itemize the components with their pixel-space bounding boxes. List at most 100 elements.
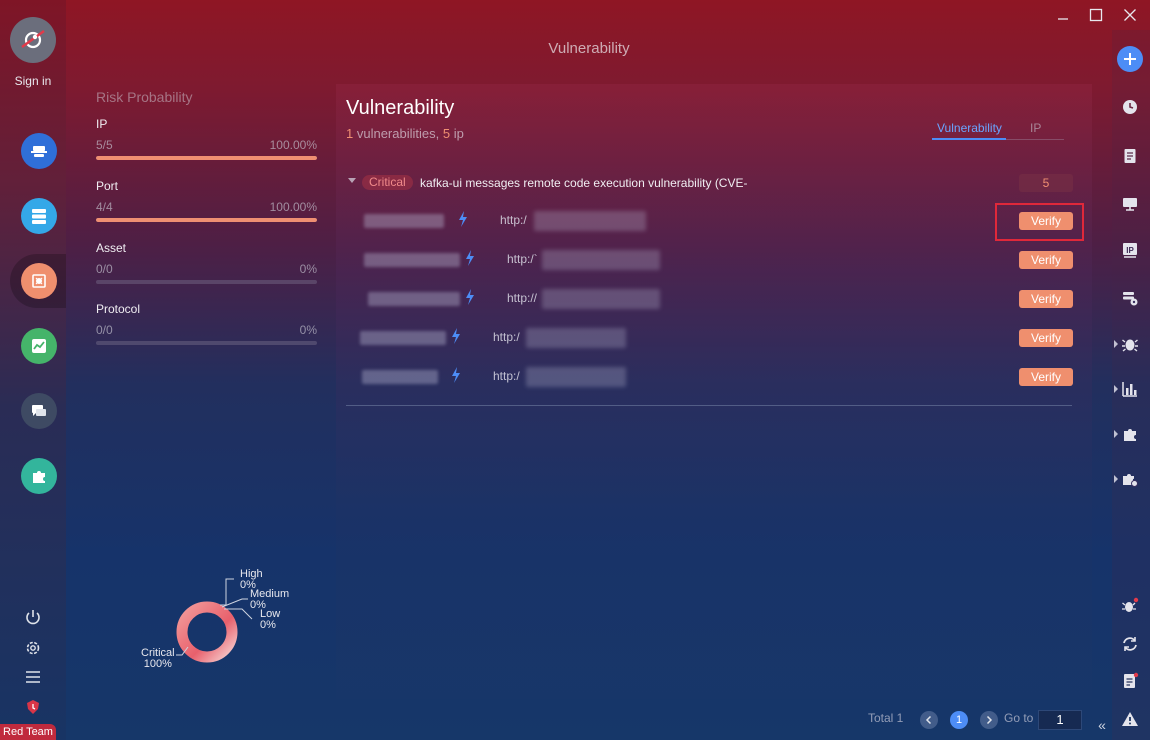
vulnerability-tool-button[interactable] bbox=[1119, 333, 1141, 355]
scan-config-button[interactable] bbox=[1119, 287, 1141, 309]
monitor-icon bbox=[1123, 198, 1137, 211]
bug-icon bbox=[1122, 339, 1138, 352]
expand-caret-icon[interactable] bbox=[1114, 430, 1118, 438]
target-url[interactable]: http:/ bbox=[493, 330, 520, 344]
nav-agent-button[interactable] bbox=[21, 133, 57, 169]
vulnerability-group-row[interactable]: Critical kafka-ui messages remote code e… bbox=[346, 172, 1076, 194]
nav-chart-button[interactable] bbox=[21, 328, 57, 364]
nav-vulnerability-button[interactable] bbox=[21, 263, 57, 299]
ip-button[interactable]: IP bbox=[1119, 239, 1141, 261]
app-logo[interactable] bbox=[10, 17, 56, 63]
risk-item-percent: 100.00% bbox=[269, 200, 317, 214]
history-button[interactable] bbox=[1119, 96, 1141, 118]
redacted-url bbox=[534, 211, 646, 231]
verify-button[interactable]: Verify bbox=[1019, 251, 1073, 269]
target-url[interactable]: http:// bbox=[507, 291, 537, 305]
vulnerability-name: kafka-ui messages remote code execution … bbox=[420, 176, 748, 190]
minimize-icon bbox=[1058, 18, 1068, 20]
vulnerability-target-row: http:/ Verify bbox=[346, 208, 1076, 236]
collapse-sidebar-button[interactable]: « bbox=[1093, 716, 1111, 734]
document-icon bbox=[1124, 149, 1136, 163]
risk-progress-track bbox=[96, 156, 317, 160]
redacted-host bbox=[364, 214, 444, 228]
planet-logo-icon bbox=[21, 30, 45, 49]
plus-icon bbox=[1124, 53, 1136, 65]
goto-page-input[interactable]: 1 bbox=[1038, 710, 1082, 730]
severity-donut-chart: High 0% Medium 0% Low 0% Critical 100% bbox=[130, 565, 310, 675]
add-task-button[interactable] bbox=[1117, 46, 1143, 72]
redacted-url bbox=[526, 328, 626, 348]
plugin-tool-button[interactable] bbox=[1119, 423, 1141, 445]
nav-server-button[interactable] bbox=[21, 198, 57, 234]
verify-button[interactable]: Verify bbox=[1019, 329, 1073, 347]
red-team-shield bbox=[22, 696, 44, 718]
warning-button[interactable] bbox=[1119, 708, 1141, 730]
monitor-button[interactable] bbox=[1119, 193, 1141, 215]
tab-vulnerability[interactable]: Vulnerability bbox=[937, 121, 1002, 135]
risk-item-protocol: Protocol 0/0 0% bbox=[96, 302, 317, 345]
settings-button[interactable] bbox=[22, 637, 44, 659]
minimize-button[interactable] bbox=[1054, 6, 1072, 24]
expand-caret-icon[interactable] bbox=[1114, 475, 1118, 483]
lightning-icon bbox=[452, 367, 460, 383]
refresh-button[interactable] bbox=[1119, 633, 1141, 655]
verify-button[interactable]: Verify bbox=[1019, 368, 1073, 386]
page-title: Vulnerability bbox=[548, 40, 630, 57]
risk-probability-title: Risk Probability bbox=[96, 89, 193, 105]
redacted-host bbox=[360, 331, 446, 345]
pagination-total: Total 1 bbox=[868, 711, 904, 725]
redacted-host bbox=[368, 292, 460, 306]
nav-plugin-button[interactable] bbox=[21, 458, 57, 494]
bug-alert-button[interactable] bbox=[1119, 595, 1141, 617]
risk-item-count: 0/0 bbox=[96, 323, 113, 337]
power-button[interactable] bbox=[22, 606, 44, 628]
redacted-url bbox=[542, 250, 660, 270]
list-divider bbox=[346, 405, 1072, 406]
sign-in-link[interactable]: Sign in bbox=[0, 74, 66, 88]
vulnerability-summary: 1 vulnerabilities, 5 ip bbox=[346, 126, 464, 141]
severity-badge: Critical bbox=[362, 175, 413, 190]
target-url[interactable]: http:/ bbox=[500, 213, 527, 227]
svg-text:IP: IP bbox=[1126, 246, 1134, 255]
risk-progress-track bbox=[96, 341, 317, 345]
menu-button[interactable] bbox=[22, 666, 44, 688]
donut-label-critical: Critical 100% bbox=[141, 647, 175, 670]
plugin-icon bbox=[33, 471, 45, 483]
nav-chat-button[interactable] bbox=[21, 393, 57, 429]
plugin-settings-button[interactable] bbox=[1119, 468, 1141, 490]
maximize-button[interactable] bbox=[1087, 6, 1105, 24]
warning-icon bbox=[1122, 712, 1138, 726]
agent-icon bbox=[31, 146, 47, 157]
chat-icon bbox=[32, 405, 46, 416]
risk-item-percent: 100.00% bbox=[269, 138, 317, 152]
next-page-button[interactable] bbox=[980, 711, 998, 729]
tab-ip[interactable]: IP bbox=[1030, 121, 1041, 135]
donut-label-low: Low 0% bbox=[260, 608, 281, 631]
clock-icon bbox=[1123, 100, 1137, 114]
lightning-icon bbox=[452, 328, 460, 344]
target-url[interactable]: http:/ bbox=[493, 369, 520, 383]
prev-page-button[interactable] bbox=[920, 711, 938, 729]
statistics-button[interactable] bbox=[1119, 378, 1141, 400]
donut-segment-critical bbox=[176, 601, 238, 663]
lightning-icon bbox=[466, 289, 474, 305]
target-url[interactable]: http:/` bbox=[507, 252, 538, 266]
ip-icon: IP bbox=[1123, 243, 1137, 258]
gear-icon bbox=[26, 641, 40, 655]
team-badge: Red Team bbox=[0, 724, 56, 740]
expand-caret-icon[interactable] bbox=[1114, 385, 1118, 393]
report-button[interactable] bbox=[1119, 145, 1141, 167]
page-number-button[interactable]: 1 bbox=[950, 711, 968, 729]
risk-progress-track bbox=[96, 280, 317, 284]
bar-chart-icon bbox=[1122, 382, 1137, 397]
expand-caret-icon[interactable] bbox=[1114, 340, 1118, 348]
risk-item-name: Asset bbox=[96, 241, 127, 255]
risk-item-ip: IP 5/5 100.00% bbox=[96, 117, 317, 160]
bug-report-icon bbox=[32, 274, 46, 288]
verify-button[interactable]: Verify bbox=[1019, 290, 1073, 308]
log-button[interactable] bbox=[1119, 670, 1141, 692]
expand-caret-icon[interactable] bbox=[348, 178, 356, 183]
vulnerability-count: 5 bbox=[1019, 174, 1073, 192]
close-icon bbox=[1124, 9, 1136, 21]
close-button[interactable] bbox=[1121, 6, 1139, 24]
